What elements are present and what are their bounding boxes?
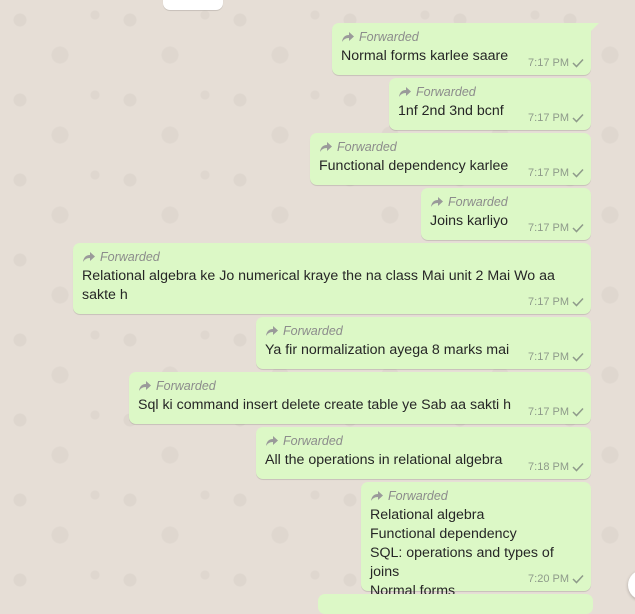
message-meta: 7:18 PM (528, 460, 584, 474)
message-meta: 7:17 PM (528, 56, 584, 70)
forward-arrow-icon (371, 491, 383, 501)
message-bubble[interactable]: Forwarded Relational algebra ke Jo numer… (73, 243, 591, 314)
message-time: 7:17 PM (528, 112, 569, 124)
forwarded-indicator: Forwarded (265, 433, 584, 449)
single-check-icon (572, 58, 584, 68)
message-time: 7:17 PM (528, 351, 569, 363)
message-bubble[interactable]: Forwarded Joins karliyo 7:17 PM (421, 188, 591, 240)
single-check-icon (572, 407, 584, 417)
message-time: 7:17 PM (528, 222, 569, 234)
forward-arrow-icon (139, 381, 151, 391)
message-meta: 7:17 PM (528, 350, 584, 364)
previous-message-bubble[interactable] (163, 0, 223, 10)
message-time: 7:17 PM (528, 296, 569, 308)
forwarded-label: Forwarded (337, 140, 397, 154)
message-time: 7:20 PM (528, 573, 569, 585)
single-check-icon (572, 223, 584, 233)
message-bubble[interactable]: Forwarded Functional dependency karlee 7… (310, 133, 591, 185)
forwarded-label: Forwarded (388, 489, 448, 503)
forward-arrow-icon (83, 252, 95, 262)
message-time: 7:17 PM (528, 406, 569, 418)
single-check-icon (572, 297, 584, 307)
message-meta: 7:17 PM (528, 295, 584, 309)
message-bubble[interactable]: Forwarded Normal forms karlee saare 7:17… (332, 23, 599, 75)
forward-arrow-icon (266, 326, 278, 336)
forward-arrow-icon (320, 142, 332, 152)
message-text: Relational algebra ke Jo numerical kraye… (82, 268, 559, 303)
forwarded-indicator: Forwarded (398, 84, 584, 100)
forwarded-label: Forwarded (448, 195, 508, 209)
single-check-icon (572, 168, 584, 178)
message-time: 7:18 PM (528, 461, 569, 473)
message-bubble[interactable]: Forwarded Sql ki command insert delete c… (129, 372, 591, 424)
message-meta: 7:17 PM (528, 221, 584, 235)
next-message-bubble[interactable] (318, 594, 593, 614)
forwarded-indicator: Forwarded (265, 323, 584, 339)
message-text: Relational algebra Functional dependency… (370, 507, 554, 599)
message-bubble[interactable]: Forwarded Relational algebra Functional … (361, 482, 591, 599)
message-bubble[interactable]: Forwarded 1nf 2nd 3nd bcnf 7:17 PM (389, 78, 591, 130)
forwarded-label: Forwarded (283, 434, 343, 448)
message-time: 7:17 PM (528, 167, 569, 179)
single-check-icon (572, 462, 584, 472)
forwarded-indicator: Forwarded (138, 378, 584, 394)
message-meta: 7:17 PM (528, 166, 584, 180)
forwarded-indicator: Forwarded (341, 29, 584, 45)
single-check-icon (572, 574, 584, 584)
message-meta: 7:17 PM (528, 405, 584, 419)
forward-arrow-icon (431, 197, 443, 207)
message-bubble[interactable]: Forwarded Ya fir normalization ayega 8 m… (256, 317, 591, 369)
message-time: 7:17 PM (528, 57, 569, 69)
forwarded-label: Forwarded (156, 379, 216, 393)
forwarded-indicator: Forwarded (370, 488, 584, 504)
message-meta: 7:17 PM (528, 111, 584, 125)
forward-arrow-icon (399, 87, 411, 97)
single-check-icon (572, 352, 584, 362)
forwarded-indicator: Forwarded (82, 249, 584, 265)
forward-arrow-icon (342, 32, 354, 42)
forwarded-indicator: Forwarded (430, 194, 584, 210)
single-check-icon (572, 113, 584, 123)
message-bubble[interactable]: Forwarded All the operations in relation… (256, 427, 591, 479)
message-text: Sql ki command insert delete create tabl… (138, 397, 512, 413)
forwarded-label: Forwarded (416, 85, 476, 99)
forward-arrow-icon (266, 436, 278, 446)
forwarded-indicator: Forwarded (319, 139, 584, 155)
forwarded-label: Forwarded (100, 250, 160, 264)
forwarded-label: Forwarded (359, 30, 419, 44)
message-meta: 7:20 PM (528, 572, 584, 586)
forwarded-label: Forwarded (283, 324, 343, 338)
